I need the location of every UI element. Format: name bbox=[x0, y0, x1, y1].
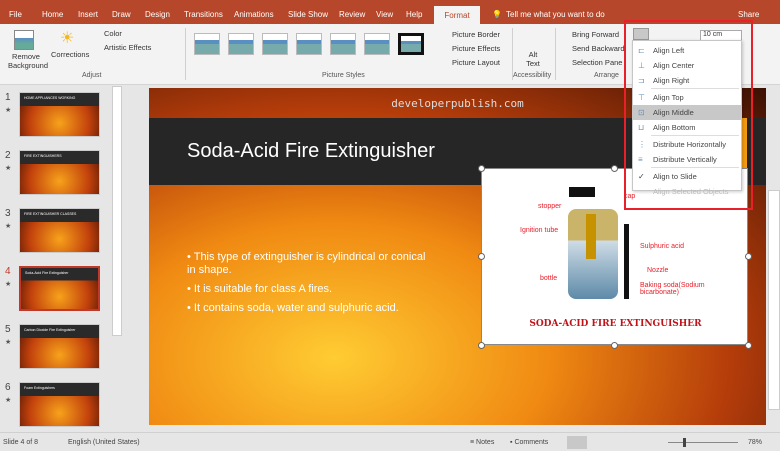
bullet: It is suitable for class A fires. bbox=[193, 283, 333, 295]
color-button[interactable]: Color bbox=[104, 29, 122, 38]
notes-label: Notes bbox=[476, 439, 495, 446]
bullet: It contains soda, water and sulphuric ac… bbox=[193, 302, 399, 314]
tab-file[interactable]: File bbox=[9, 10, 22, 19]
picture-style-7[interactable] bbox=[398, 33, 424, 55]
animation-star-icon: ★ bbox=[5, 107, 12, 114]
thumbnail-title: FIRE EXTINGUISHERS bbox=[24, 154, 62, 158]
artistic-effects-button[interactable]: Artistic Effects bbox=[104, 43, 151, 52]
picture-style-3[interactable] bbox=[262, 33, 288, 55]
slide-counter: Slide 4 of 8 bbox=[3, 439, 39, 446]
label-ignition-tube: Ignition tube bbox=[520, 227, 559, 234]
tab-draw[interactable]: Draw bbox=[112, 10, 131, 19]
slide-number: 1 bbox=[5, 92, 11, 103]
share-button[interactable]: Share bbox=[738, 10, 759, 19]
slide-thumbnail[interactable]: Soda-Acid Fire Extinguisher bbox=[19, 266, 100, 311]
thumbnail-title: FIRE EXTINGUISHER CLASSES bbox=[24, 212, 77, 216]
label-nozzle: Nozzle bbox=[647, 267, 669, 274]
slide-scrollbar[interactable] bbox=[768, 190, 780, 410]
slide-number: 2 bbox=[5, 150, 11, 161]
group-adjust: Adjust bbox=[82, 72, 102, 79]
thumbnail-title: Soda-Acid Fire Extinguisher bbox=[25, 271, 69, 275]
tab-insert[interactable]: Insert bbox=[78, 10, 98, 19]
thumbnail-title: Foam Extinguishers bbox=[24, 386, 55, 390]
picture-style-2[interactable] bbox=[228, 33, 254, 55]
bullet: This type of extinguisher is cylindrical… bbox=[187, 251, 426, 276]
lightbulb-icon: 💡 bbox=[492, 10, 502, 19]
comments-button[interactable]: ▪ Comments bbox=[510, 439, 548, 446]
normal-view-button[interactable] bbox=[567, 436, 587, 449]
remove-background-button[interactable]: Remove Background bbox=[8, 52, 48, 70]
label-bottle: bottle bbox=[540, 275, 558, 282]
nozzle-shape bbox=[624, 224, 629, 299]
group-picture-styles: Picture Styles bbox=[322, 72, 365, 79]
status-bar: Slide 4 of 8 English (United States) ≡ N… bbox=[0, 432, 780, 451]
cap-shape bbox=[569, 187, 595, 197]
picture-style-5[interactable] bbox=[330, 33, 356, 55]
slide-number: 6 bbox=[5, 382, 11, 393]
picture-border-button[interactable]: Picture Border bbox=[452, 30, 500, 39]
alt-text-button[interactable]: Alt Text bbox=[525, 50, 541, 68]
tab-design[interactable]: Design bbox=[145, 10, 170, 19]
picture-style-1[interactable] bbox=[194, 33, 220, 55]
diagram-caption: SODA-ACID FIRE EXTINGUISHER bbox=[529, 319, 702, 329]
tab-help[interactable]: Help bbox=[406, 10, 422, 19]
animation-star-icon: ★ bbox=[5, 339, 12, 346]
slide-thumbnail[interactable]: Foam Extinguishers bbox=[19, 382, 100, 427]
notes-button[interactable]: ≡ Notes bbox=[470, 439, 494, 446]
selection-pane-button[interactable]: Selection Pane bbox=[572, 58, 622, 67]
tell-me-search[interactable]: Tell me what you want to do bbox=[506, 10, 605, 19]
slide-title[interactable]: Soda-Acid Fire Extinguisher bbox=[187, 140, 435, 163]
comments-label: Comments bbox=[514, 439, 549, 446]
zoom-slider[interactable] bbox=[668, 442, 738, 443]
animation-star-icon: ★ bbox=[5, 397, 12, 404]
picture-style-6[interactable] bbox=[364, 33, 390, 55]
tab-review[interactable]: Review bbox=[339, 10, 365, 19]
ignition-tube-shape bbox=[586, 214, 596, 259]
tab-format[interactable]: Format bbox=[434, 6, 480, 24]
animation-star-icon: ★ bbox=[5, 223, 12, 230]
label-baking-soda: Baking soda(Sodium bicarbonate) bbox=[640, 282, 705, 296]
corrections-button[interactable]: Corrections bbox=[51, 50, 89, 59]
tab-view[interactable]: View bbox=[376, 10, 393, 19]
corrections-icon: ☀ bbox=[60, 30, 75, 47]
animation-star-icon: ★ bbox=[5, 165, 12, 172]
animation-star-icon: ★ bbox=[5, 281, 12, 288]
tab-animations[interactable]: Animations bbox=[234, 10, 274, 19]
slide-thumbnail[interactable]: Carbon Dioxide Fire Extinguisher bbox=[19, 324, 100, 369]
highlight-box bbox=[624, 20, 753, 210]
send-backward-button[interactable]: Send Backward bbox=[572, 44, 625, 53]
picture-style-4[interactable] bbox=[296, 33, 322, 55]
thumbnail-title: HOME APPLIANCES WORKING bbox=[24, 96, 76, 100]
thumbnail-pane bbox=[0, 85, 112, 432]
slide-number: 4 bbox=[5, 266, 11, 277]
bring-forward-button[interactable]: Bring Forward bbox=[572, 30, 619, 39]
thumbnail-title: Carbon Dioxide Fire Extinguisher bbox=[24, 328, 76, 332]
tab-slide-show[interactable]: Slide Show bbox=[288, 10, 328, 19]
group-arrange: Arrange bbox=[594, 72, 619, 79]
tab-home[interactable]: Home bbox=[42, 10, 63, 19]
picture-layout-button[interactable]: Picture Layout bbox=[452, 58, 500, 67]
slide-number: 5 bbox=[5, 324, 11, 335]
zoom-level[interactable]: 78% bbox=[748, 439, 762, 446]
slide-thumbnail[interactable]: HOME APPLIANCES WORKING bbox=[19, 92, 100, 137]
remove-background-icon bbox=[14, 30, 34, 50]
picture-effects-button[interactable]: Picture Effects bbox=[452, 44, 500, 53]
label-stopper: stopper bbox=[538, 203, 562, 210]
language-indicator[interactable]: English (United States) bbox=[68, 439, 140, 446]
thumbnail-scrollbar[interactable] bbox=[112, 86, 122, 336]
group-accessibility: Accessibility bbox=[513, 72, 552, 79]
bullet-list[interactable]: • This type of extinguisher is cylindric… bbox=[187, 251, 432, 315]
slide-thumbnail[interactable]: FIRE EXTINGUISHERS bbox=[19, 150, 100, 195]
zoom-slider-thumb[interactable] bbox=[683, 438, 686, 447]
label-sulphuric-acid: Sulphuric acid bbox=[640, 243, 684, 250]
tab-transitions[interactable]: Transitions bbox=[184, 10, 223, 19]
slide-thumbnail[interactable]: FIRE EXTINGUISHER CLASSES bbox=[19, 208, 100, 253]
slide-number: 3 bbox=[5, 208, 11, 219]
